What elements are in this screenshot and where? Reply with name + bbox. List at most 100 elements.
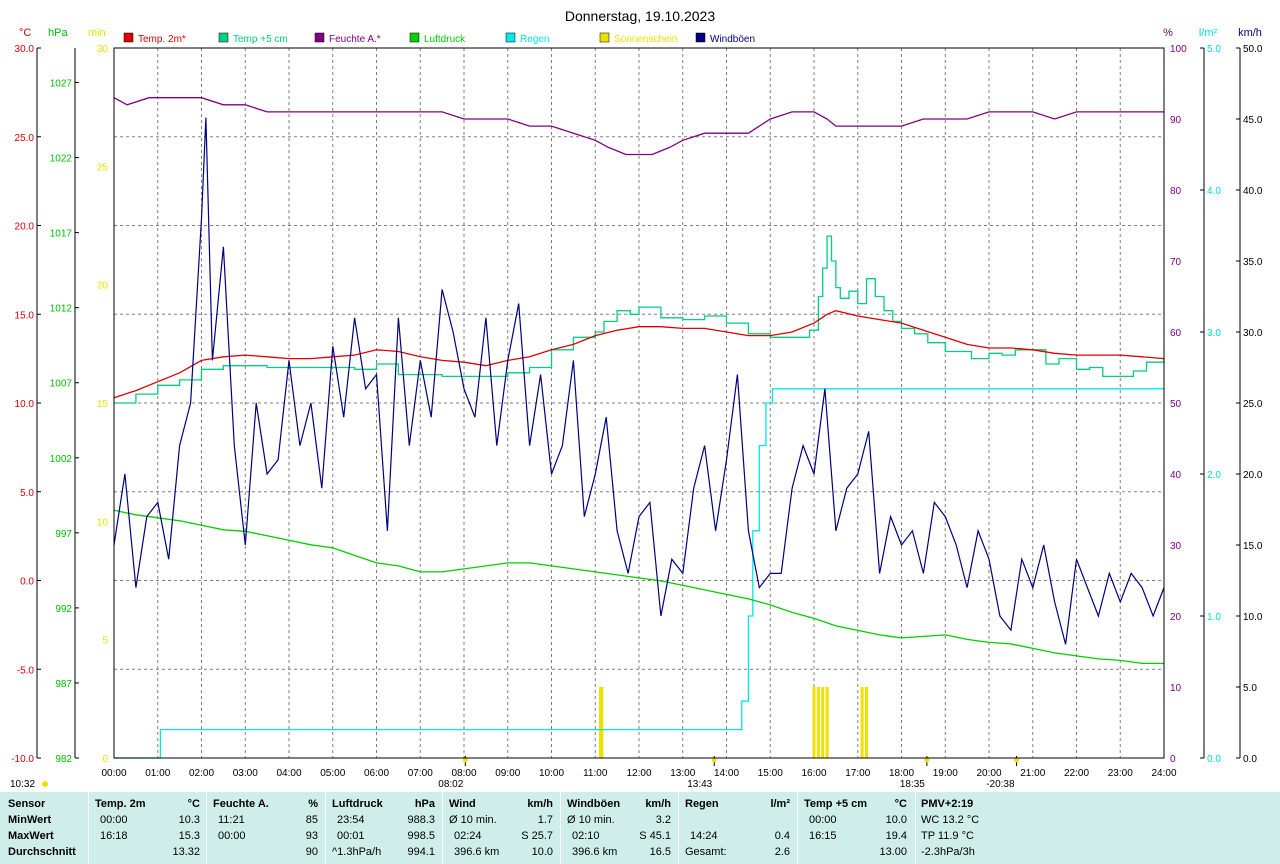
rain-tick-label: 1.0 (1207, 612, 1221, 623)
hum-min-value: 85 (305, 814, 318, 826)
x-tick-label: 04:00 (276, 768, 301, 779)
gust-max-value: S 45.1 (639, 830, 671, 842)
wind-tick-label: 10.0 (1243, 612, 1263, 623)
x-tick-label: 02:00 (189, 768, 214, 779)
series-luftdruck (113, 509, 1164, 665)
marker-label: 13:43 (687, 779, 712, 790)
temp-tick-label: 20.0 (15, 222, 35, 233)
sunshine-bar (812, 687, 816, 758)
hum-max-value: 93 (305, 830, 318, 842)
rain-tick-label: 0.0 (1207, 754, 1221, 765)
legend-item: Windböen (695, 32, 755, 45)
temp-tick-label: 15.0 (15, 310, 35, 321)
wind-avg-value: 10.0 (531, 846, 553, 858)
rain-axis-unit: l/m² (1199, 27, 1218, 39)
pmv-dewpoint: TP 11.9 °C (921, 830, 974, 842)
t5-unit: °C (894, 798, 907, 810)
sunshine-tick-label: 20 (97, 281, 109, 292)
legend-swatch (218, 32, 229, 43)
sensor-header: Sensor (8, 798, 46, 810)
press-min-value: 988.3 (407, 814, 435, 826)
humidity-tick-label: 50 (1170, 399, 1182, 410)
legend-swatch (695, 32, 706, 43)
weather-chart: Donnerstag, 19.10.2023 Temp. 2m* Temp +5 … (10, 8, 1263, 790)
legend-label: Regen (520, 34, 549, 45)
t5-min-value: 10.0 (885, 814, 907, 826)
summary-panel: Sensor MinWert MaxWert Durchschnitt Temp… (0, 792, 1280, 864)
pressure-tick-label: 1022 (50, 154, 73, 165)
temp-tick-label: 0.0 (20, 577, 34, 588)
row-label-avg: Durchschnitt (8, 846, 76, 858)
press-trend: ^1.3hPa/h (332, 846, 382, 858)
wind-tick-label: 50.0 (1243, 44, 1263, 55)
rain-max-value: 0.4 (774, 830, 790, 842)
x-tick-label: 03:00 (233, 768, 258, 779)
press-min-time: 23:54 (337, 814, 365, 826)
x-tick-label: 10:00 (539, 768, 564, 779)
x-tick-label: 23:00 (1108, 768, 1133, 779)
gust-unit: km/h (645, 798, 671, 810)
wind-tick-label: 15.0 (1243, 541, 1263, 552)
wind-tick-label: 25.0 (1243, 399, 1263, 410)
humidity-axis-unit: % (1163, 27, 1173, 39)
temp-axis-unit: °C (19, 27, 31, 39)
hum-header: Feuchte A. (213, 798, 269, 810)
rain-tick-label: 4.0 (1207, 186, 1221, 197)
wind-tick-label: 30.0 (1243, 328, 1263, 339)
gust-min-label: Ø 10 min. (567, 814, 615, 826)
temp-tick-label: -10.0 (11, 754, 34, 765)
rain-tick-label: 5.0 (1207, 44, 1221, 55)
sunshine-bar (865, 687, 868, 758)
sunshine-tick-label: 0 (102, 754, 108, 765)
legend-swatch (314, 32, 325, 43)
rain-tick-label: 3.0 (1207, 328, 1221, 339)
hum-max-time: 00:00 (218, 830, 246, 842)
legend: Temp. 2m* Temp +5 cm Feuchte A.* Luftdruck R… (123, 32, 755, 45)
hum-min-time: 11:21 (218, 814, 245, 826)
marker-label: 08:02 (438, 779, 463, 790)
marker-label: 10:32 (10, 779, 35, 790)
sunshine-bar (816, 687, 820, 758)
humidity-tick-label: 40 (1170, 470, 1182, 481)
sunshine-tick-label: 30 (97, 44, 109, 55)
legend-label: Luftdruck (424, 34, 466, 45)
pressure-tick-label: 1012 (50, 304, 73, 315)
wind-tick-label: 20.0 (1243, 470, 1263, 481)
press-max-value: 998.5 (407, 830, 435, 842)
gust-avg-value: 16.5 (649, 846, 671, 858)
x-tick-label: 11:00 (583, 768, 608, 779)
gust-max-time: 02:10 (572, 830, 600, 842)
press-max-time: 00:01 (337, 830, 365, 842)
wind-tick-label: 40.0 (1243, 186, 1263, 197)
pressure-tick-label: 997 (55, 529, 72, 540)
rain-total-label: Gesamt: (685, 846, 727, 858)
pmv-header: PMV+2:19 (921, 798, 974, 810)
press-avg-value: 994.1 (407, 846, 435, 858)
x-tick-label: 09:00 (495, 768, 520, 779)
wind-tick-label: 0.0 (1243, 754, 1257, 765)
pressure-axis-unit: hPa (48, 27, 68, 39)
temp-min-value: 10.3 (178, 814, 200, 826)
temp-avg-value: 13.32 (172, 846, 200, 858)
x-tick-label: 06:00 (364, 768, 389, 779)
gust-distance: 396.6 km (572, 846, 618, 858)
legend-item: Temp +5 cm (218, 32, 288, 45)
legend-item: Regen (505, 32, 549, 45)
sunshine-axis-unit: min (88, 27, 106, 39)
sunshine-tick-label: 15 (97, 399, 109, 410)
sunshine-bar (825, 687, 829, 758)
t5-header: Temp +5 cm (804, 798, 868, 810)
chart-title: Donnerstag, 19.10.2023 (565, 8, 715, 24)
legend-label: Temp. 2m* (138, 34, 186, 45)
wind-max-time: 02:24 (454, 830, 482, 842)
marker-label: -20:38 (986, 779, 1015, 790)
wind-max-value: S 25.7 (521, 830, 553, 842)
wind-tick-label: 5.0 (1243, 683, 1257, 694)
pressure-tick-label: 987 (55, 679, 72, 690)
right-axes: % l/m² km/h10090807060504030201005.04.03.0… (1163, 27, 1263, 765)
legend-swatch (409, 32, 420, 43)
humidity-tick-label: 70 (1170, 257, 1182, 268)
x-tick-label: 14:00 (714, 768, 739, 779)
t5-avg-value: 13.00 (879, 846, 907, 858)
humidity-tick-label: 0 (1170, 754, 1176, 765)
